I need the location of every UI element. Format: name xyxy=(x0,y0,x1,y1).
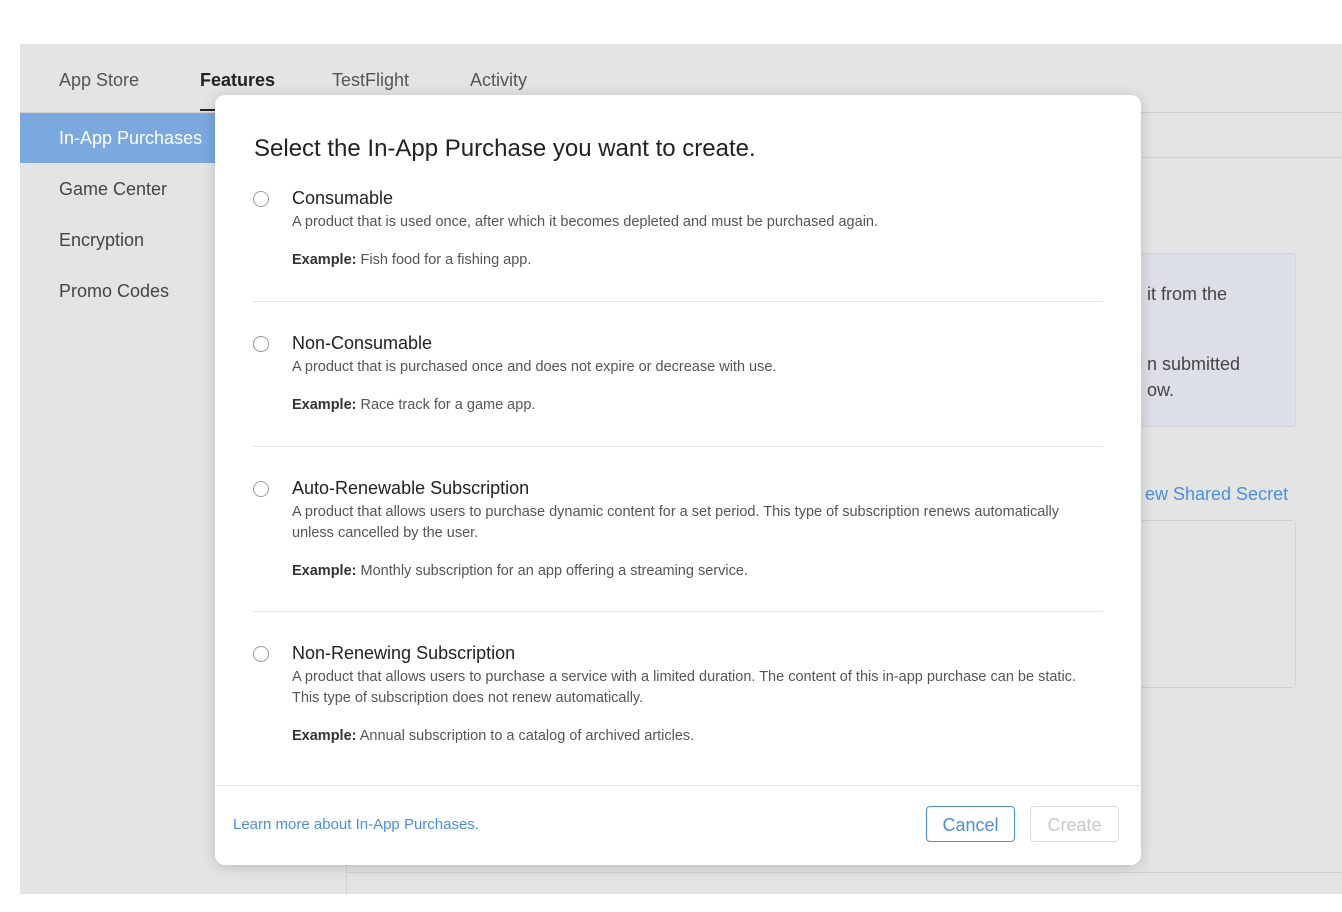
info-text-line-1: it from the xyxy=(1147,284,1228,304)
example-label: Example: xyxy=(292,728,357,744)
option-example: Example: Annual subscription to a catalo… xyxy=(292,728,694,744)
dialog-footer: Learn more about In-App Purchases. Cance… xyxy=(215,785,1141,865)
option-example: Example: Fish food for a fishing app. xyxy=(292,252,531,268)
example-text: Monthly subscription for an app offering… xyxy=(360,563,748,579)
content-panel xyxy=(1120,520,1296,688)
option-title: Auto-Renewable Subscription xyxy=(292,478,530,498)
option-non-renewing-subscription[interactable]: Non-Renewing Subscription A product that… xyxy=(253,643,1103,753)
option-example: Example: Race track for a game app. xyxy=(292,397,535,413)
option-non-consumable[interactable]: Non-Consumable A product that is purchas… xyxy=(253,333,1103,423)
option-description: A product that is used once, after which… xyxy=(292,214,879,230)
example-label: Example: xyxy=(292,252,357,268)
option-description: A product that allows users to purchase … xyxy=(292,504,1060,541)
learn-more-link[interactable]: Learn more about In-App Purchases. xyxy=(233,816,479,833)
example-text: Fish food for a fishing app. xyxy=(360,252,532,268)
tab-activity[interactable]: Activity xyxy=(470,70,527,91)
example-label: Example: xyxy=(292,397,357,413)
option-description: A product that is purchased once and doe… xyxy=(292,359,777,375)
view-shared-secret-link[interactable]: ew Shared Secret xyxy=(1145,484,1288,505)
example-text: Race track for a game app. xyxy=(360,397,536,413)
info-text-line-3: ow. xyxy=(1147,380,1175,400)
option-consumable[interactable]: Consumable A product that is used once, … xyxy=(253,188,1103,278)
option-divider xyxy=(253,446,1103,447)
radio-auto-renewable-subscription[interactable] xyxy=(253,481,269,497)
radio-consumable[interactable] xyxy=(253,191,269,207)
radio-non-renewing-subscription[interactable] xyxy=(253,646,269,662)
radio-non-consumable[interactable] xyxy=(253,336,269,352)
option-title: Consumable xyxy=(292,188,394,208)
option-auto-renewable-subscription[interactable]: Auto-Renewable Subscription A product th… xyxy=(253,478,1103,588)
dialog-title: Select the In-App Purchase you want to c… xyxy=(254,135,756,162)
option-description: A product that allows users to purchase … xyxy=(292,669,1076,706)
option-divider xyxy=(253,301,1103,302)
example-label: Example: xyxy=(292,563,357,579)
option-example: Example: Monthly subscription for an app… xyxy=(292,563,748,579)
example-text: Annual subscription to a catalog of arch… xyxy=(359,728,695,744)
bottom-divider xyxy=(346,872,1342,873)
tab-testflight[interactable]: TestFlight xyxy=(332,70,409,91)
tab-features[interactable]: Features xyxy=(200,70,276,111)
info-text-line-2: n submitted xyxy=(1147,354,1241,374)
option-title: Non-Renewing Subscription xyxy=(292,643,516,663)
tab-app-store[interactable]: App Store xyxy=(59,70,139,91)
content-divider xyxy=(1140,157,1342,158)
cancel-button[interactable]: Cancel xyxy=(926,806,1015,842)
option-divider xyxy=(253,611,1103,612)
option-title: Non-Consumable xyxy=(292,333,433,353)
create-button[interactable]: Create xyxy=(1030,806,1119,842)
in-app-purchase-type-dialog: Select the In-App Purchase you want to c… xyxy=(215,95,1141,865)
